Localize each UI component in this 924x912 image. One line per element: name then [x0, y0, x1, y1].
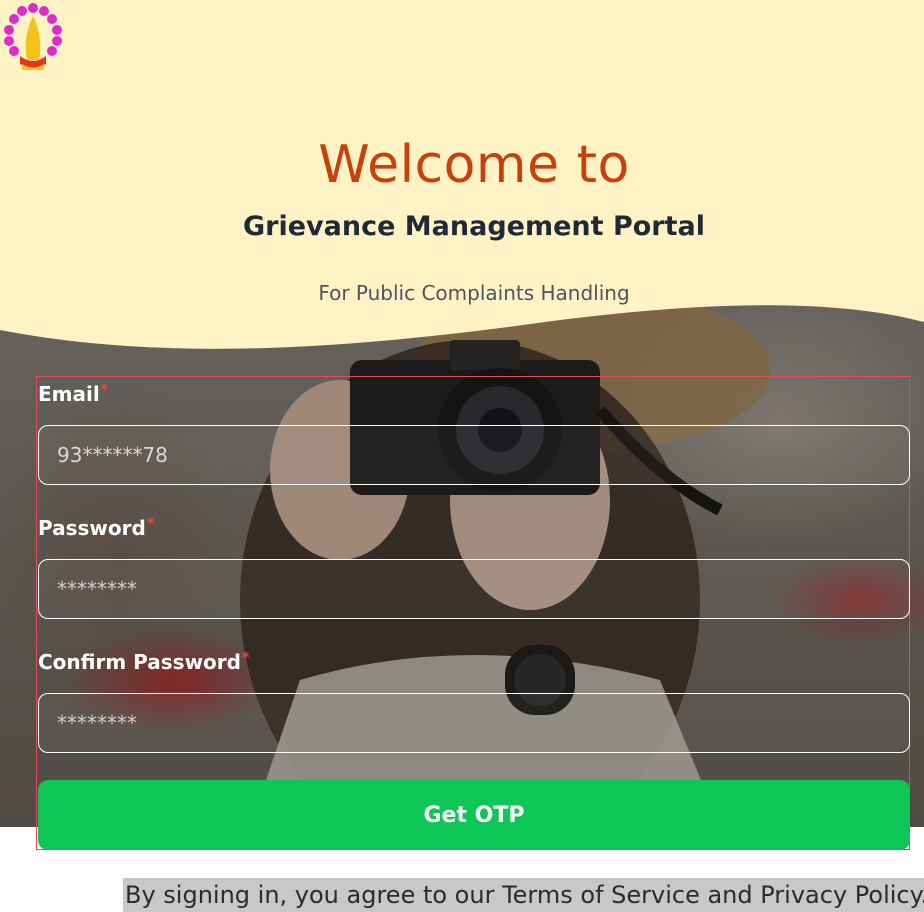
password-label: Password* [38, 516, 155, 540]
welcome-heading: Welcome to [318, 135, 630, 195]
portal-tagline: For Public Complaints Handling [318, 281, 630, 305]
required-asterisk: * [146, 516, 155, 532]
get-otp-button[interactable]: Get OTP [38, 780, 910, 850]
password-field[interactable] [38, 559, 910, 619]
portal-title: Grievance Management Portal [243, 211, 705, 242]
terms-notice: By signing in, you agree to our Terms of… [123, 878, 924, 912]
email-label: Email* [38, 382, 109, 406]
required-asterisk: * [100, 382, 109, 398]
required-asterisk: * [241, 650, 250, 666]
signup-form: Email* Password* Confirm Password* Get O… [36, 376, 910, 850]
confirm-password-field[interactable] [38, 693, 910, 753]
confirm-password-label: Confirm Password* [38, 650, 250, 674]
lotus-hands-logo-icon [4, 3, 62, 70]
email-field[interactable] [38, 425, 910, 485]
hero-banner: Welcome to Grievance Management Portal F… [0, 0, 924, 360]
